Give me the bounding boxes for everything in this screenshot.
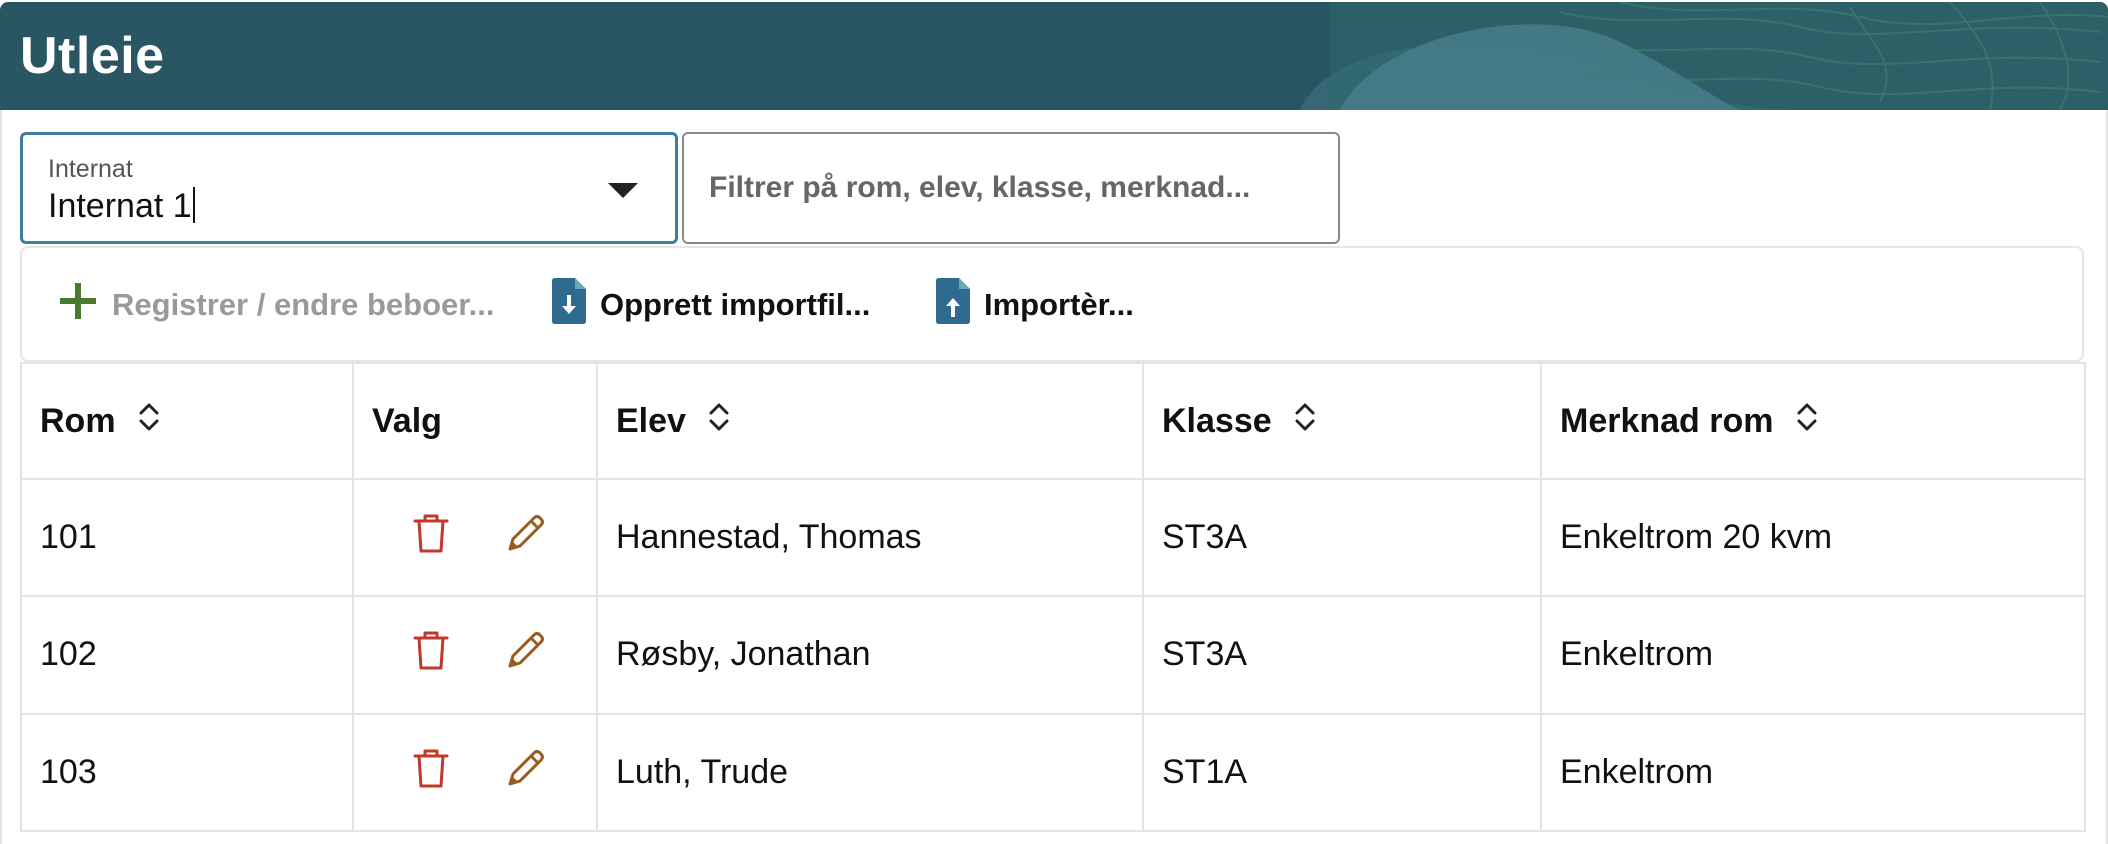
internat-select-value[interactable]: Internat 1 xyxy=(48,187,195,226)
cell-merknad: Enkeltrom 20 kvm xyxy=(1540,477,2086,598)
column-header-label: Klasse xyxy=(1162,401,1272,440)
column-header-label: Merknad rom xyxy=(1560,401,1774,440)
cell-rom: 103 xyxy=(20,712,354,833)
cell-rom: 101 xyxy=(20,477,354,598)
residents-table: Rom Valg Elev Klasse Merknad rom 101 Han… xyxy=(20,362,2086,833)
column-header-label: Valg xyxy=(372,401,442,440)
sort-updown-icon[interactable] xyxy=(1796,401,1818,442)
pencil-icon[interactable] xyxy=(505,512,547,563)
import-button[interactable]: Importèr... xyxy=(936,278,1134,328)
cell-merknad: Enkeltrom xyxy=(1540,712,2086,833)
cell-valg xyxy=(352,712,598,833)
create-import-file-button[interactable]: Opprett importfil... xyxy=(552,278,871,328)
internat-select[interactable]: Internat Internat 1 xyxy=(20,132,678,244)
trash-icon[interactable] xyxy=(412,512,450,563)
sort-updown-icon[interactable] xyxy=(708,401,730,442)
cell-merknad: Enkeltrom xyxy=(1540,595,2086,715)
column-header-valg: Valg xyxy=(352,362,598,480)
column-header-label: Rom xyxy=(40,401,116,440)
table-row[interactable]: 102 Røsby, Jonathan ST3A Enkeltrom xyxy=(20,595,2086,715)
table-row[interactable]: 101 Hannestad, Thomas ST3A Enkeltrom 20 … xyxy=(20,477,2086,598)
column-header-label: Elev xyxy=(616,401,686,440)
header-decoration xyxy=(1300,2,2108,110)
create-import-file-label: Opprett importfil... xyxy=(600,287,871,322)
page-title: Utleie xyxy=(20,27,165,85)
cell-rom: 102 xyxy=(20,595,354,715)
toolbar: Registrer / endre beboer... Opprett impo… xyxy=(20,246,2084,362)
sort-updown-icon[interactable] xyxy=(1294,401,1316,442)
cell-elev: Luth, Trude xyxy=(596,712,1144,833)
table-header-row: Rom Valg Elev Klasse Merknad rom xyxy=(20,362,2086,480)
internat-select-label: Internat xyxy=(48,155,133,183)
sort-updown-icon[interactable] xyxy=(138,401,160,442)
caret-down-icon[interactable] xyxy=(608,183,638,198)
cell-klasse: ST3A xyxy=(1142,477,1542,598)
cell-elev: Røsby, Jonathan xyxy=(596,595,1144,715)
plus-icon xyxy=(58,281,98,329)
page-header: Utleie xyxy=(0,2,2108,110)
table-row[interactable]: 103 Luth, Trude ST1A Enkeltrom xyxy=(20,712,2086,833)
column-header-elev[interactable]: Elev xyxy=(596,362,1144,480)
file-upload-icon xyxy=(936,278,970,332)
column-header-rom[interactable]: Rom xyxy=(20,362,354,480)
pencil-icon[interactable] xyxy=(505,747,547,798)
cell-klasse: ST1A xyxy=(1142,712,1542,833)
register-resident-label: Registrer / endre beboer... xyxy=(112,287,495,322)
file-download-icon xyxy=(552,278,586,332)
trash-icon[interactable] xyxy=(412,747,450,798)
cell-valg xyxy=(352,595,598,715)
trash-icon[interactable] xyxy=(412,629,450,680)
column-header-klasse[interactable]: Klasse xyxy=(1142,362,1542,480)
register-resident-button[interactable]: Registrer / endre beboer... xyxy=(58,282,494,328)
import-label: Importèr... xyxy=(984,287,1134,322)
cell-elev: Hannestad, Thomas xyxy=(596,477,1144,598)
cell-valg xyxy=(352,477,598,598)
filter-input[interactable] xyxy=(682,132,1340,244)
column-header-merknad[interactable]: Merknad rom xyxy=(1540,362,2086,480)
pencil-icon[interactable] xyxy=(505,629,547,680)
cell-klasse: ST3A xyxy=(1142,595,1542,715)
